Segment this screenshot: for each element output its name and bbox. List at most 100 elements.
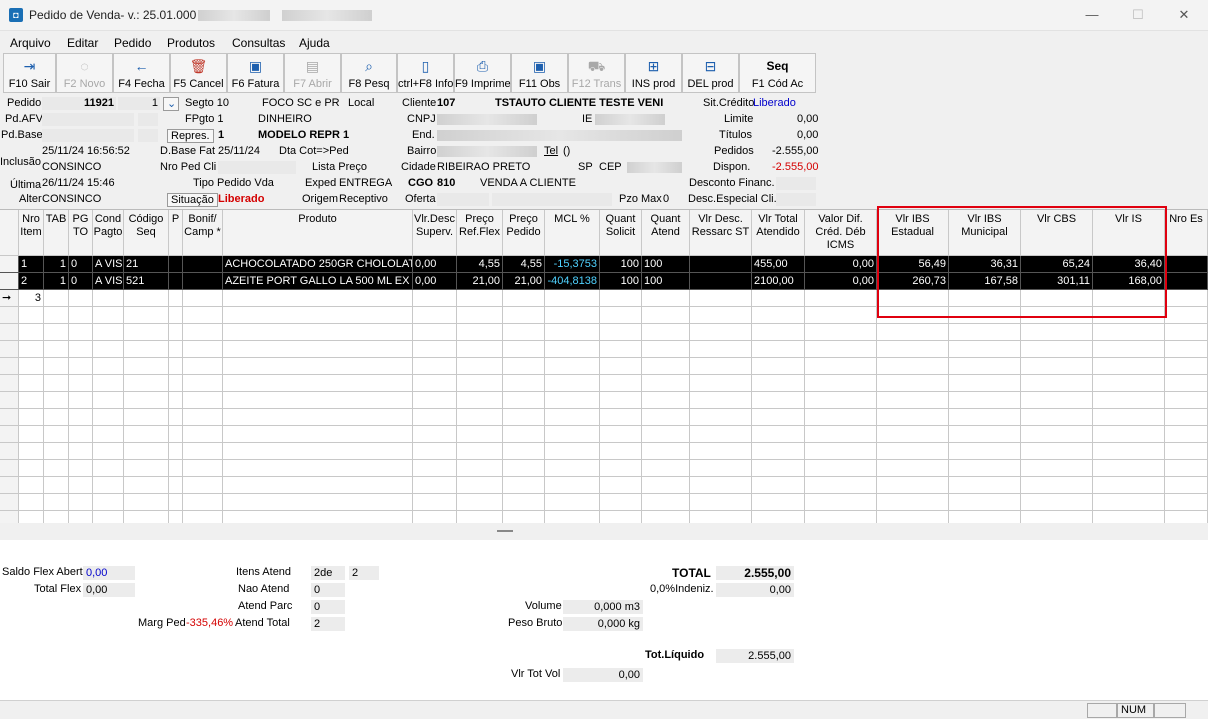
cell-produto[interactable]	[223, 409, 413, 426]
col-header-mcl[interactable]: MCL %	[545, 210, 600, 256]
pdbase-field-2[interactable]	[138, 129, 158, 142]
cell-vlr-ibs-municipal[interactable]	[949, 460, 1021, 477]
cell-cond-pagto[interactable]	[93, 341, 124, 358]
cell-vlr-total-atendido[interactable]	[752, 477, 805, 494]
cell-codigo-seq[interactable]	[124, 358, 169, 375]
cell-mcl[interactable]	[545, 341, 600, 358]
cell-bonif-camp[interactable]	[183, 358, 223, 375]
cell-cond-pagto[interactable]	[93, 443, 124, 460]
cell-vlr-desc-ressarc[interactable]	[690, 290, 752, 307]
cell-cond-pagto[interactable]	[93, 409, 124, 426]
cell-p[interactable]	[169, 477, 183, 494]
cell-p[interactable]	[169, 324, 183, 341]
cell-cond-pagto[interactable]	[93, 375, 124, 392]
cell-p[interactable]	[169, 307, 183, 324]
cell-vlr-ibs-estadual[interactable]	[877, 426, 949, 443]
cell-nro-es[interactable]	[1165, 443, 1208, 460]
cell-vlr-ibs-municipal[interactable]	[949, 358, 1021, 375]
cell-valor-dif-icms[interactable]	[805, 409, 877, 426]
cell-preco-pedido[interactable]	[503, 307, 545, 324]
cell-vlr-is[interactable]	[1093, 460, 1165, 477]
cell-vlr-total-atendido[interactable]: 2100,00	[752, 273, 805, 290]
cell-cond-pagto[interactable]	[93, 290, 124, 307]
cell-mcl[interactable]	[545, 392, 600, 409]
col-header-p[interactable]: P	[169, 210, 183, 256]
pedido-seq[interactable]: 1	[118, 97, 160, 110]
cell-preco-ref-flex[interactable]	[457, 477, 503, 494]
menu-arquivo[interactable]: Arquivo	[10, 36, 51, 50]
col-header-quant-atend[interactable]: Quant Atend	[642, 210, 690, 256]
cell-quant-atend[interactable]	[642, 341, 690, 358]
cell-quant-atend[interactable]: 100	[642, 273, 690, 290]
cell-p[interactable]	[169, 443, 183, 460]
cell-pgto[interactable]	[69, 307, 93, 324]
cell-tab[interactable]	[44, 375, 69, 392]
col-header-produto[interactable]: Produto	[223, 210, 413, 256]
row-indicator[interactable]	[0, 409, 19, 426]
cell-nro-item[interactable]	[19, 324, 44, 341]
row-indicator[interactable]	[0, 494, 19, 511]
cell-vlr-ibs-estadual[interactable]	[877, 324, 949, 341]
cell-codigo-seq[interactable]	[124, 443, 169, 460]
cell-mcl[interactable]	[545, 409, 600, 426]
cell-vlr-is[interactable]	[1093, 324, 1165, 341]
cell-vlr-desc-superv[interactable]	[413, 426, 457, 443]
cell-vlr-desc-ressarc[interactable]	[690, 341, 752, 358]
cell-quant-atend[interactable]	[642, 443, 690, 460]
row-indicator[interactable]	[0, 324, 19, 341]
cell-p[interactable]	[169, 290, 183, 307]
cell-nro-item[interactable]	[19, 375, 44, 392]
cell-quant-solicit[interactable]: 100	[600, 256, 642, 273]
cell-bonif-camp[interactable]	[183, 409, 223, 426]
pdbase-field[interactable]	[42, 129, 134, 142]
arrow-right-icon[interactable]: ➞	[0, 290, 19, 307]
cell-vlr-desc-ressarc[interactable]	[690, 460, 752, 477]
cell-p[interactable]	[169, 375, 183, 392]
cell-bonif-camp[interactable]	[183, 494, 223, 511]
repres-code[interactable]: 1	[218, 129, 224, 141]
cell-vlr-desc-superv[interactable]	[413, 392, 457, 409]
cell-pgto[interactable]	[69, 460, 93, 477]
cell-vlr-ibs-municipal[interactable]	[949, 409, 1021, 426]
cell-nro-es[interactable]	[1165, 426, 1208, 443]
cell-p[interactable]	[169, 256, 183, 273]
cell-preco-ref-flex[interactable]	[457, 443, 503, 460]
menu-produtos[interactable]: Produtos	[167, 36, 215, 50]
cell-vlr-cbs[interactable]	[1021, 426, 1093, 443]
cell-mcl[interactable]	[545, 443, 600, 460]
print-button[interactable]: ⎙ F9 Imprime	[454, 53, 511, 93]
cell-pgto[interactable]	[69, 494, 93, 511]
cell-quant-solicit[interactable]	[600, 477, 642, 494]
cell-p[interactable]	[169, 392, 183, 409]
cell-vlr-ibs-municipal[interactable]	[949, 341, 1021, 358]
cell-quant-solicit[interactable]	[600, 290, 642, 307]
exit-button[interactable]: ⇥ F10 Sair	[3, 53, 56, 93]
cell-vlr-is[interactable]	[1093, 426, 1165, 443]
cell-quant-atend[interactable]	[642, 477, 690, 494]
cell-preco-ref-flex[interactable]	[457, 392, 503, 409]
cell-valor-dif-icms[interactable]	[805, 341, 877, 358]
cell-quant-solicit[interactable]	[600, 341, 642, 358]
cell-vlr-desc-ressarc[interactable]	[690, 409, 752, 426]
cell-cond-pagto[interactable]	[93, 358, 124, 375]
cliente-code[interactable]: 107	[437, 97, 455, 109]
cell-vlr-is[interactable]	[1093, 494, 1165, 511]
cell-tab[interactable]	[44, 426, 69, 443]
cell-preco-pedido[interactable]	[503, 460, 545, 477]
cell-mcl[interactable]	[545, 460, 600, 477]
cell-quant-atend[interactable]	[642, 307, 690, 324]
cell-vlr-cbs[interactable]	[1021, 392, 1093, 409]
cell-vlr-desc-superv[interactable]	[413, 324, 457, 341]
cell-vlr-is[interactable]	[1093, 341, 1165, 358]
cell-cond-pagto[interactable]	[93, 460, 124, 477]
cell-valor-dif-icms[interactable]	[805, 375, 877, 392]
cell-p[interactable]	[169, 494, 183, 511]
cell-valor-dif-icms[interactable]	[805, 290, 877, 307]
cell-valor-dif-icms[interactable]: 0,00	[805, 256, 877, 273]
cell-vlr-cbs[interactable]	[1021, 443, 1093, 460]
cell-vlr-ibs-estadual[interactable]	[877, 443, 949, 460]
cell-nro-es[interactable]	[1165, 375, 1208, 392]
cell-valor-dif-icms[interactable]	[805, 494, 877, 511]
cell-bonif-camp[interactable]	[183, 443, 223, 460]
col-header-cond-pagto[interactable]: Cond Pagto	[93, 210, 124, 256]
